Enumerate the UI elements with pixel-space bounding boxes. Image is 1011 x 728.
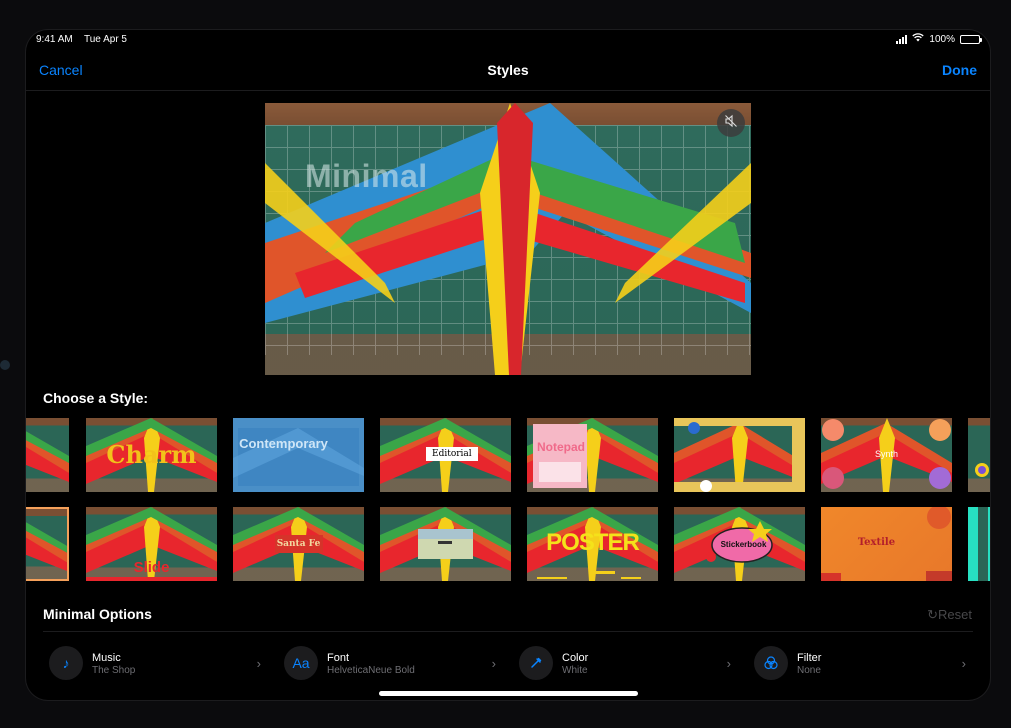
style-label: Contemporary bbox=[239, 436, 328, 451]
kite-thumb-icon bbox=[527, 418, 658, 492]
chevron-right-icon: › bbox=[726, 656, 731, 671]
style-thumb-notepad[interactable]: Notepad bbox=[527, 418, 658, 492]
style-label: Synth bbox=[874, 449, 898, 459]
choose-style-label: Choose a Style: bbox=[43, 390, 149, 406]
option-value: None bbox=[797, 665, 821, 676]
style-watermark: Minimal bbox=[305, 158, 428, 194]
style-thumb-editorial[interactable]: Editorial bbox=[380, 418, 511, 492]
options-bar: ♪ Music The Shop › Aa Font HelveticaNeue… bbox=[43, 631, 973, 692]
chevron-right-icon: › bbox=[961, 656, 966, 671]
style-row-1: Charm Contemporary Editorial Notepad Syn… bbox=[26, 418, 990, 492]
page-title: Styles bbox=[487, 62, 529, 78]
kite-thumb-icon bbox=[380, 507, 511, 581]
style-thumb-pattern[interactable] bbox=[674, 418, 805, 492]
font-icon: Aa bbox=[284, 646, 318, 680]
kite-thumb-icon bbox=[26, 522, 67, 572]
style-thumb-charm[interactable]: Charm bbox=[86, 418, 217, 492]
style-thumb-textile[interactable]: Textile bbox=[821, 507, 952, 581]
style-label: Textile bbox=[857, 537, 896, 548]
battery-percent: 100% bbox=[929, 33, 955, 45]
reset-icon: ↻ bbox=[927, 607, 939, 622]
wifi-icon bbox=[912, 33, 925, 45]
style-thumb-stickerbook[interactable]: Stickerbook bbox=[674, 507, 805, 581]
option-color[interactable]: Color White › bbox=[513, 642, 731, 684]
option-value: HelveticaNeue Bold bbox=[327, 665, 415, 676]
style-thumb-contemporary[interactable]: Contemporary bbox=[233, 418, 364, 492]
style-row-2: Slide Santa Fe POSTER Stickerbook Textil… bbox=[26, 507, 990, 581]
ipad-screen: 9:41 AM Tue Apr 5 100% Cancel Styles Don… bbox=[26, 30, 990, 700]
video-preview[interactable]: Minimal bbox=[265, 103, 751, 375]
style-label: Notepad bbox=[537, 440, 585, 454]
style-label: Editorial bbox=[426, 447, 478, 461]
option-name: Font bbox=[327, 652, 350, 664]
reset-label: Reset bbox=[938, 607, 972, 622]
option-music[interactable]: ♪ Music The Shop › bbox=[43, 642, 261, 684]
style-label: POSTER bbox=[546, 529, 640, 556]
style-thumb[interactable] bbox=[968, 418, 990, 492]
kite-thumb-icon bbox=[674, 418, 805, 492]
side-indicator bbox=[0, 360, 10, 370]
option-font[interactable]: Aa Font HelveticaNeue Bold › bbox=[278, 642, 496, 684]
status-bar: 9:41 AM Tue Apr 5 100% bbox=[26, 30, 990, 50]
option-filter[interactable]: Filter None › bbox=[748, 642, 966, 684]
navigation-bar: Cancel Styles Done bbox=[26, 54, 990, 91]
speaker-muted-icon bbox=[724, 114, 738, 133]
kite-thumb-icon bbox=[26, 431, 69, 482]
kite-thumb-icon bbox=[233, 428, 364, 486]
filter-icon bbox=[754, 646, 788, 680]
option-name: Color bbox=[562, 652, 589, 664]
style-thumb-poster[interactable]: POSTER bbox=[527, 507, 658, 581]
mute-button[interactable] bbox=[717, 109, 745, 137]
chevron-right-icon: › bbox=[491, 656, 496, 671]
style-thumb-synth[interactable]: Synth bbox=[821, 418, 952, 492]
status-right: 100% bbox=[896, 33, 982, 45]
style-label: Charm bbox=[106, 440, 197, 469]
style-thumb-overlay[interactable] bbox=[380, 507, 511, 581]
style-label: Santa Fe bbox=[276, 539, 321, 549]
kite-thumb-icon bbox=[975, 463, 989, 477]
kite-thumb-icon bbox=[978, 507, 988, 581]
style-thumb-santa-fe[interactable]: Santa Fe bbox=[233, 507, 364, 581]
cellular-signal-icon bbox=[896, 34, 908, 44]
kite-image bbox=[265, 103, 751, 375]
style-label: Slide bbox=[133, 559, 170, 576]
chevron-right-icon: › bbox=[256, 656, 261, 671]
eyedropper-icon bbox=[519, 646, 553, 680]
option-name: Music bbox=[92, 652, 121, 664]
style-thumb[interactable] bbox=[968, 507, 990, 581]
option-value: The Shop bbox=[92, 665, 136, 676]
done-button[interactable]: Done bbox=[942, 62, 977, 78]
style-label: Stickerbook bbox=[720, 540, 767, 549]
music-note-icon: ♪ bbox=[49, 646, 83, 680]
option-value: White bbox=[562, 665, 588, 676]
style-thumb[interactable] bbox=[26, 418, 69, 492]
home-indicator[interactable] bbox=[379, 691, 638, 696]
options-title: Minimal Options bbox=[43, 606, 152, 622]
reset-button[interactable]: ↻Reset bbox=[927, 607, 972, 623]
status-date: Tue Apr 5 bbox=[84, 34, 127, 45]
style-thumb-slide[interactable]: Slide bbox=[86, 507, 217, 581]
battery-icon bbox=[960, 34, 982, 44]
option-name: Filter bbox=[797, 652, 822, 664]
style-thumb[interactable] bbox=[26, 507, 69, 581]
status-time: 9:41 AM bbox=[36, 34, 73, 45]
